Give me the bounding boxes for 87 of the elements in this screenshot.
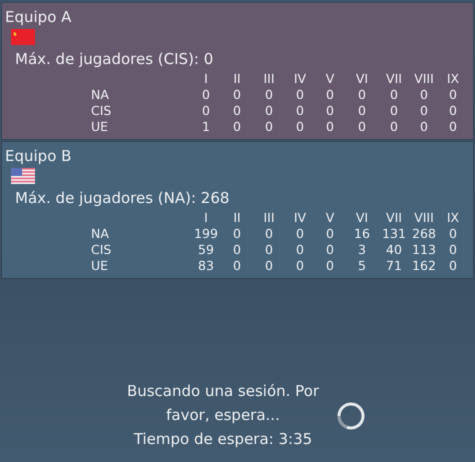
table-cell-text: 0 [419, 87, 429, 103]
region-label: CIS [91, 103, 112, 119]
table-cell-text: 199 [193, 226, 219, 242]
column-header: VII [385, 210, 403, 226]
table-cell-text: 0 [357, 87, 367, 103]
table-cell-text: 0 [201, 87, 211, 103]
table-cell-text: 0 [264, 258, 274, 274]
table-cell-text: 83 [197, 258, 215, 274]
column-header: I [203, 71, 209, 87]
column-header: VIII [413, 210, 435, 226]
max-players-label: Máx. de jugadores (CIS): 0 [15, 49, 214, 69]
table-cell-text: 0 [264, 87, 274, 103]
flag-icon [11, 168, 35, 184]
table-cell-text: 0 [232, 119, 242, 135]
table-cell-text: 0 [325, 119, 335, 135]
table-cell-text: 0 [448, 242, 458, 258]
table-cell-text: 5 [357, 258, 367, 274]
table-cell-text: 16 [353, 226, 371, 242]
column-header: IV [292, 71, 308, 87]
max-players-label: Máx. de jugadores (NA): 268 [15, 188, 230, 208]
table-cell-text: 113 [411, 242, 437, 258]
flag-icon [11, 29, 35, 45]
table-cell-text: 0 [389, 87, 399, 103]
table-cell-text: 0 [357, 103, 367, 119]
table-cell-text: 0 [357, 119, 367, 135]
table-cell-text: 1 [201, 119, 211, 135]
table-cell-text: 0 [389, 119, 399, 135]
table-cell-text: 0 [389, 103, 399, 119]
loading-spinner-icon [336, 401, 366, 431]
table-cell-text: 0 [232, 103, 242, 119]
status-message: Buscando una sesión. Por favor, espera... [126, 381, 320, 426]
table-cell-text: 0 [325, 258, 335, 274]
table-cell-text: 0 [448, 226, 458, 242]
table-cell-text: 0 [232, 226, 242, 242]
table-cell-text: 0 [295, 103, 305, 119]
table-cell-text: 0 [295, 242, 305, 258]
table-cell-text: 0 [448, 103, 458, 119]
table-cell-text: 71 [385, 258, 403, 274]
table-cell-text: 0 [325, 87, 335, 103]
team-title: Equipo B [5, 146, 72, 166]
table-cell-text: 0 [448, 87, 458, 103]
table-cell-text: 0 [295, 258, 305, 274]
table-cell-text: 59 [197, 242, 215, 258]
column-header: VI [354, 71, 370, 87]
table-cell-text: 0 [325, 226, 335, 242]
table-cell-text: 40 [385, 242, 403, 258]
table-cell-text: 0 [325, 103, 335, 119]
column-header: VII [385, 71, 403, 87]
table-cell-text: 131 [381, 226, 407, 242]
table-cell-text: 0 [448, 119, 458, 135]
table-cell-text: 0 [264, 226, 274, 242]
column-header: III [262, 71, 276, 87]
region-label: NA [91, 87, 110, 103]
column-header: VI [354, 210, 370, 226]
region-label: NA [91, 226, 110, 242]
column-header: IX [446, 71, 460, 87]
table-cell-text: 0 [295, 87, 305, 103]
region-label: CIS [91, 242, 112, 258]
table-cell-text: 162 [411, 258, 437, 274]
table-cell-text: 0 [264, 242, 274, 258]
table-cell-text: 0 [295, 226, 305, 242]
column-header: I [203, 210, 209, 226]
wait-time: Tiempo de espera: 3:35 [132, 429, 314, 450]
table-cell-text: 0 [448, 258, 458, 274]
column-header: V [324, 71, 336, 87]
region-label: UE [91, 119, 110, 135]
table-cell-text: 0 [232, 242, 242, 258]
column-header: IV [292, 210, 308, 226]
table-cell-text: 0 [419, 103, 429, 119]
column-header: IX [446, 210, 460, 226]
table-cell-text: 0 [264, 119, 274, 135]
region-label: UE [91, 258, 110, 274]
table-cell-text: 0 [232, 258, 242, 274]
table-cell-text: 268 [411, 226, 437, 242]
table-cell-text: 0 [232, 87, 242, 103]
table-cell-text: 0 [201, 103, 211, 119]
table-cell-text: 0 [419, 119, 429, 135]
column-header: II [232, 71, 242, 87]
column-header: II [232, 210, 242, 226]
table-cell-text: 3 [357, 242, 367, 258]
table-cell-text: 0 [295, 119, 305, 135]
column-header: V [324, 210, 336, 226]
table-cell-text: 0 [264, 103, 274, 119]
column-header: VIII [413, 71, 435, 87]
table-cell-text: 0 [325, 242, 335, 258]
column-header: III [262, 210, 276, 226]
team-title: Equipo A [5, 7, 72, 27]
